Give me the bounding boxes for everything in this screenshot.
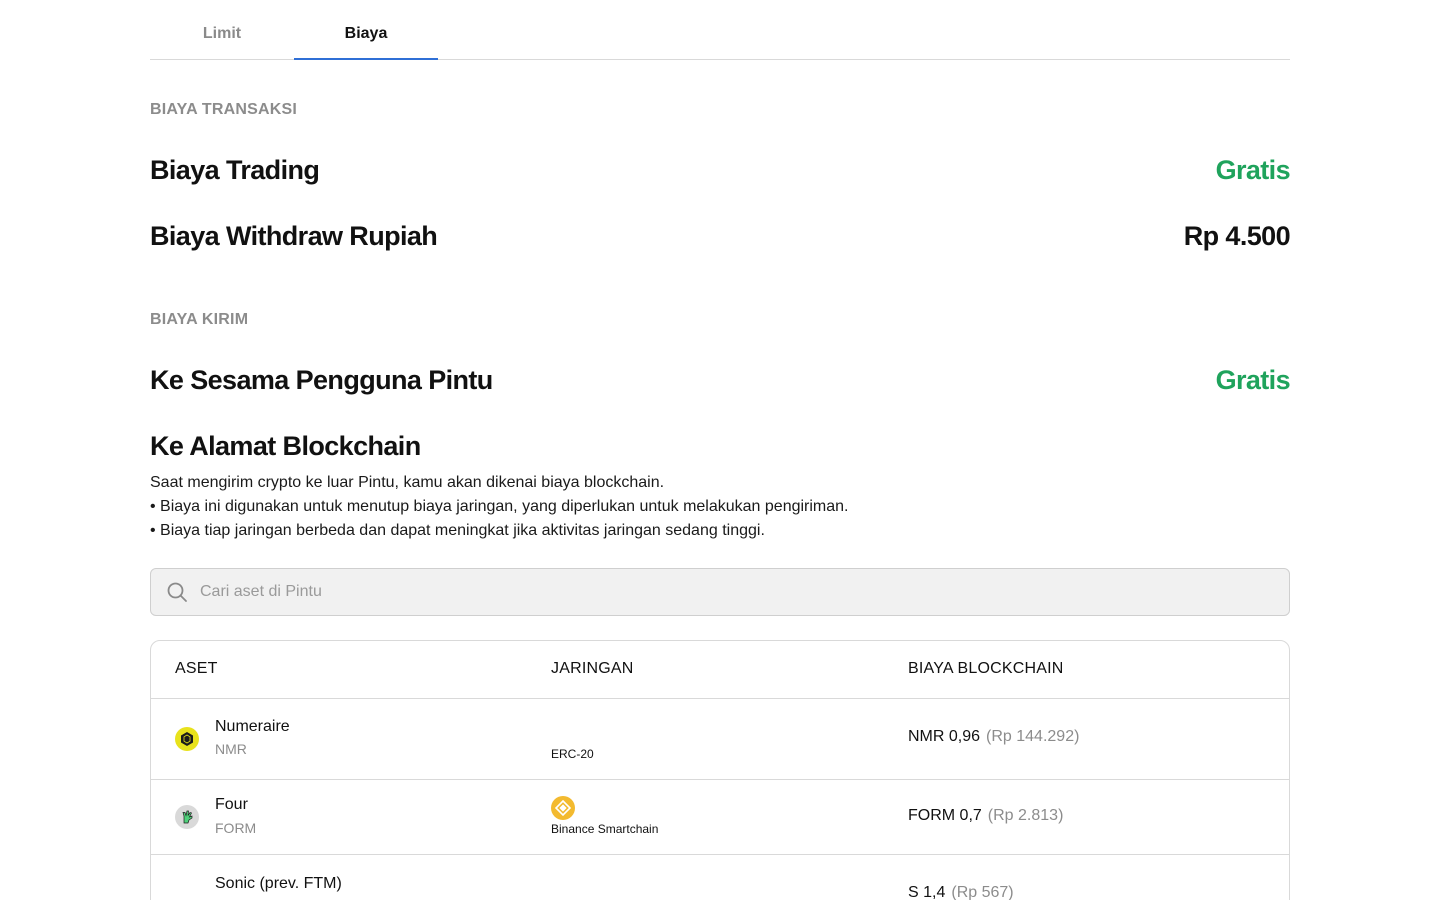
network-name: ERC-20 xyxy=(551,747,594,761)
asset-code: NMR xyxy=(215,741,247,757)
section-label-kirim: BIAYA KIRIM xyxy=(150,311,249,328)
section-label-transaksi: BIAYA TRANSAKSI xyxy=(150,101,298,118)
fee-row-withdraw: Biaya Withdraw Rupiah Rp 4.500 xyxy=(150,218,1291,254)
tab-limit[interactable]: Limit xyxy=(150,0,294,59)
four-logo-icon xyxy=(175,805,199,829)
column-header-jaringan: JARINGAN xyxy=(551,660,634,677)
column-header-aset: ASET xyxy=(175,660,218,677)
asset-name: Four xyxy=(215,796,248,813)
fee-value-trading: Gratis xyxy=(1215,154,1291,185)
fee-row-sesama: Ke Sesama Pengguna Pintu Gratis xyxy=(150,362,1291,398)
fee-title-trading: Biaya Trading xyxy=(150,154,320,185)
fee-rupiah: (Rp 2.813) xyxy=(987,807,1064,824)
search-input[interactable] xyxy=(200,577,1200,607)
fee-title-withdraw: Biaya Withdraw Rupiah xyxy=(150,220,438,251)
network-name: Binance Smartchain xyxy=(551,822,659,836)
fee-value-withdraw: Rp 4.500 xyxy=(1183,220,1291,251)
description-bullet: • Biaya ini digunakan untuk menutup biay… xyxy=(150,498,849,515)
description-line: Saat mengirim crypto ke luar Pintu, kamu… xyxy=(150,474,665,491)
asset-search-box[interactable] xyxy=(150,568,1290,616)
fee-title-blockchain: Ke Alamat Blockchain xyxy=(150,430,421,461)
blockchain-fee: FORM 0,7 (Rp 2.813) xyxy=(908,807,1063,825)
description-bullet: • Biaya tiap jaringan berbeda dan dapat … xyxy=(150,522,765,539)
table-header: ASET JARINGAN BIAYA BLOCKCHAIN xyxy=(151,641,1289,699)
fee-row-trading: Biaya Trading Gratis xyxy=(150,152,1291,188)
asset-name: Sonic (prev. FTM) xyxy=(215,875,342,892)
table-row[interactable]: Numeraire NMR ERC-20 NMR 0,96 (Rp 144.292… xyxy=(151,699,1289,780)
table-row[interactable]: Sonic (prev. FTM) S S 1,4(Rp 567) xyxy=(151,855,1289,900)
fees-page: Limit Biaya BIAYA TRANSAKSI Biaya Tradin… xyxy=(150,0,1291,900)
search-icon xyxy=(166,581,188,603)
binance-icon xyxy=(551,796,575,820)
fee-amount: S 1,4 xyxy=(908,884,946,900)
column-header-biaya: BIAYA BLOCKCHAIN xyxy=(908,660,1064,677)
blockchain-fee: NMR 0,96 (Rp 144.292) xyxy=(908,728,1079,746)
blockchain-description: Saat mengirim crypto ke luar Pintu, kamu… xyxy=(150,471,849,543)
asset-name: Numeraire xyxy=(215,718,290,735)
fee-amount: FORM 0,7 xyxy=(908,807,982,824)
table-row[interactable]: Four FORM Binance Smartchain FORM 0,7 (Rp… xyxy=(151,780,1289,855)
asset-code: FORM xyxy=(215,820,257,836)
fee-value-sesama: Gratis xyxy=(1215,364,1291,395)
fee-rupiah: (Rp 567) xyxy=(951,884,1014,900)
blockchain-fee: S 1,4 (Rp 567) xyxy=(908,884,1014,900)
tab-biaya[interactable]: Biaya xyxy=(294,0,438,60)
fee-rupiah: (Rp 144.292) xyxy=(986,728,1080,745)
fee-amount: NMR 0,96 xyxy=(908,728,981,745)
numeraire-logo-icon xyxy=(175,727,199,751)
blockchain-fee-table: ASET JARINGAN BIAYA BLOCKCHAIN Numeraire… xyxy=(150,640,1290,900)
fee-row-blockchain: Ke Alamat Blockchain xyxy=(150,428,1290,464)
tab-bar: Limit Biaya xyxy=(150,0,1290,60)
fee-title-sesama: Ke Sesama Pengguna Pintu xyxy=(150,364,493,395)
